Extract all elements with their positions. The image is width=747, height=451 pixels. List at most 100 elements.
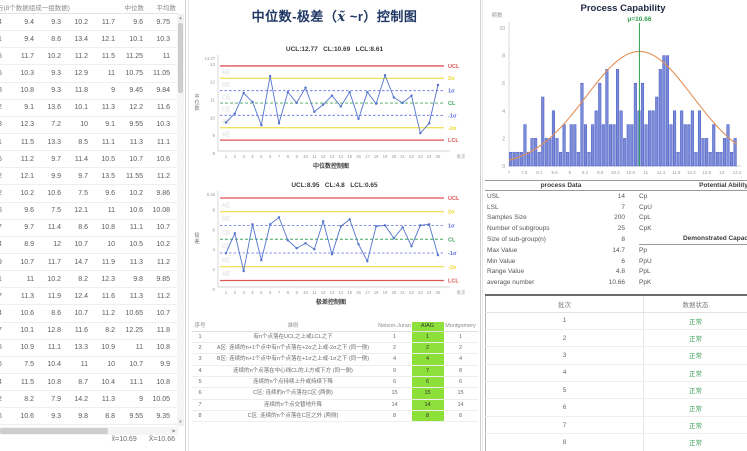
table-cell[interactable]: 11.5 — [7, 139, 35, 146]
table-cell[interactable]: 8.6 — [35, 36, 62, 43]
table-cell[interactable]: 11 — [89, 207, 116, 214]
table-cell[interactable]: 10.3 — [144, 121, 171, 128]
table-cell[interactable]: 10.2 — [35, 53, 62, 60]
table-cell[interactable]: 9.8 — [116, 276, 144, 283]
table-cell[interactable]: 11.3 — [116, 259, 144, 266]
table-cell[interactable]: 11.1 — [89, 139, 116, 146]
table-cell[interactable]: 12.1 — [62, 207, 89, 214]
table-cell[interactable]: 9.9 — [144, 361, 171, 368]
table-cell[interactable]: 11.6 — [144, 104, 171, 111]
table-cell[interactable]: 4 — [0, 379, 7, 386]
table-cell[interactable]: 12.25 — [116, 327, 144, 334]
table-cell[interactable]: 10.8 — [7, 87, 35, 94]
table-cell[interactable]: 11.4 — [35, 224, 62, 231]
table-cell[interactable]: 11 — [89, 70, 116, 77]
table-cell[interactable]: 11.7 — [35, 259, 62, 266]
table-cell[interactable]: 8.2 — [62, 276, 89, 283]
table-cell[interactable]: 7 — [0, 293, 7, 300]
table-cell[interactable]: 12 — [35, 241, 62, 248]
table-cell[interactable]: 10 — [62, 121, 89, 128]
table-row[interactable]: 28.27.914.211.3910.05 — [0, 391, 178, 408]
data-grid[interactable]: 49.49.310.211.79.69.7519.48.613.412.110.… — [0, 14, 178, 426]
table-cell[interactable]: 11.2 — [144, 173, 171, 180]
table-cell[interactable]: 10.7 — [7, 259, 35, 266]
table-cell[interactable]: 13.3 — [35, 139, 62, 146]
table-row[interactable]: 511.29.711.410.510.710.6 — [0, 151, 178, 168]
table-cell[interactable]: 9.6 — [116, 19, 144, 26]
table-cell[interactable]: 12.8 — [35, 327, 62, 334]
table-cell[interactable]: 2 — [0, 104, 7, 111]
table-cell[interactable]: 9.1 — [7, 104, 35, 111]
table-cell[interactable]: 10.6 — [116, 207, 144, 214]
table-cell[interactable]: 9.3 — [35, 19, 62, 26]
table-cell[interactable]: 12.2 — [116, 104, 144, 111]
table-cell[interactable]: 5 — [0, 156, 7, 163]
table-cell[interactable]: 9.7 — [7, 224, 35, 231]
table-cell[interactable]: 2 — [0, 396, 7, 403]
table-cell[interactable]: 11.8 — [62, 87, 89, 94]
table-cell[interactable]: 8.8 — [89, 413, 116, 420]
vertical-scroll-thumb[interactable] — [178, 23, 183, 93]
table-cell[interactable]: 11.3 — [116, 293, 144, 300]
table-cell[interactable]: 11.3 — [116, 139, 144, 146]
table-cell[interactable]: 10.2 — [144, 241, 171, 248]
table-row[interactable]: 19.48.613.412.110.110.3 — [0, 31, 178, 48]
table-cell[interactable]: 10 — [89, 361, 116, 368]
table-cell[interactable]: 10.7 — [144, 224, 171, 231]
table-cell[interactable]: 13.5 — [89, 173, 116, 180]
table-cell[interactable]: 11.1 — [116, 379, 144, 386]
table-cell[interactable]: 10.8 — [144, 344, 171, 351]
table-cell[interactable]: 10.5 — [89, 156, 116, 163]
table-cell[interactable]: 10.2 — [7, 190, 35, 197]
table-cell[interactable]: 13.4 — [62, 36, 89, 43]
table-cell[interactable]: 11.4 — [62, 156, 89, 163]
table-cell[interactable]: 9.4 — [7, 36, 35, 43]
table-row[interactable]: 610.69.39.88.89.559.35 — [0, 408, 178, 425]
table-row[interactable]: 411.510.88.710.411.110.8 — [0, 374, 178, 391]
table-cell[interactable]: 10.1 — [7, 327, 35, 334]
table-cell[interactable]: 9.45 — [116, 87, 144, 94]
scroll-up-icon[interactable]: ▲ — [177, 14, 184, 22]
table-cell[interactable]: 6 — [0, 413, 7, 420]
table-cell[interactable]: 8.2 — [89, 327, 116, 334]
table-cell[interactable]: 1 — [0, 139, 7, 146]
table-cell[interactable]: 14.7 — [62, 259, 89, 266]
table-cell[interactable]: 10.05 — [144, 396, 171, 403]
table-cell[interactable]: 5 — [0, 344, 7, 351]
table-cell[interactable]: 11.9 — [89, 259, 116, 266]
table-cell[interactable]: 10.6 — [35, 190, 62, 197]
table-cell[interactable]: 9 — [0, 259, 7, 266]
table-cell[interactable]: 2 — [0, 173, 7, 180]
table-cell[interactable]: 7.9 — [35, 396, 62, 403]
table-cell[interactable]: 9.7 — [35, 156, 62, 163]
table-cell[interactable]: 8 — [0, 87, 7, 94]
table-cell[interactable]: 11.5 — [7, 379, 35, 386]
table-row[interactable]: 11110.28.212.39.89.85 — [0, 271, 178, 288]
table-cell[interactable]: 8.6 — [35, 310, 62, 317]
table-cell[interactable]: 9 — [89, 87, 116, 94]
table-cell[interactable]: 3 — [0, 121, 7, 128]
table-cell[interactable]: 11.8 — [144, 327, 171, 334]
table-cell[interactable]: 10.75 — [116, 70, 144, 77]
table-row[interactable]: 510.911.113.310.91110.8 — [0, 340, 178, 357]
table-cell[interactable]: 11.55 — [116, 173, 144, 180]
table-row[interactable]: 511.710.211.211.511.2511 — [0, 48, 178, 65]
table-cell[interactable]: 7.5 — [35, 207, 62, 214]
table-cell[interactable]: 10.65 — [116, 310, 144, 317]
table-cell[interactable]: 11.6 — [89, 293, 116, 300]
horizontal-scroll-thumb[interactable] — [0, 428, 108, 434]
table-cell[interactable]: 7.2 — [35, 121, 62, 128]
table-cell[interactable]: 8.6 — [62, 224, 89, 231]
table-cell[interactable]: 10.8 — [35, 379, 62, 386]
table-cell[interactable]: 7.5 — [62, 190, 89, 197]
table-cell[interactable]: 11.1 — [116, 224, 144, 231]
table-cell[interactable]: 11.05 — [144, 70, 171, 77]
table-cell[interactable]: 1 — [0, 36, 7, 43]
table-cell[interactable]: 11.6 — [62, 327, 89, 334]
table-cell[interactable]: 9.8 — [62, 413, 89, 420]
table-row[interactable]: 29.113.610.111.312.211.6 — [0, 100, 178, 117]
table-cell[interactable]: 12.3 — [89, 276, 116, 283]
table-cell[interactable]: 11 — [7, 276, 35, 283]
table-cell[interactable]: 11.3 — [7, 293, 35, 300]
table-cell[interactable]: 5 — [0, 207, 7, 214]
